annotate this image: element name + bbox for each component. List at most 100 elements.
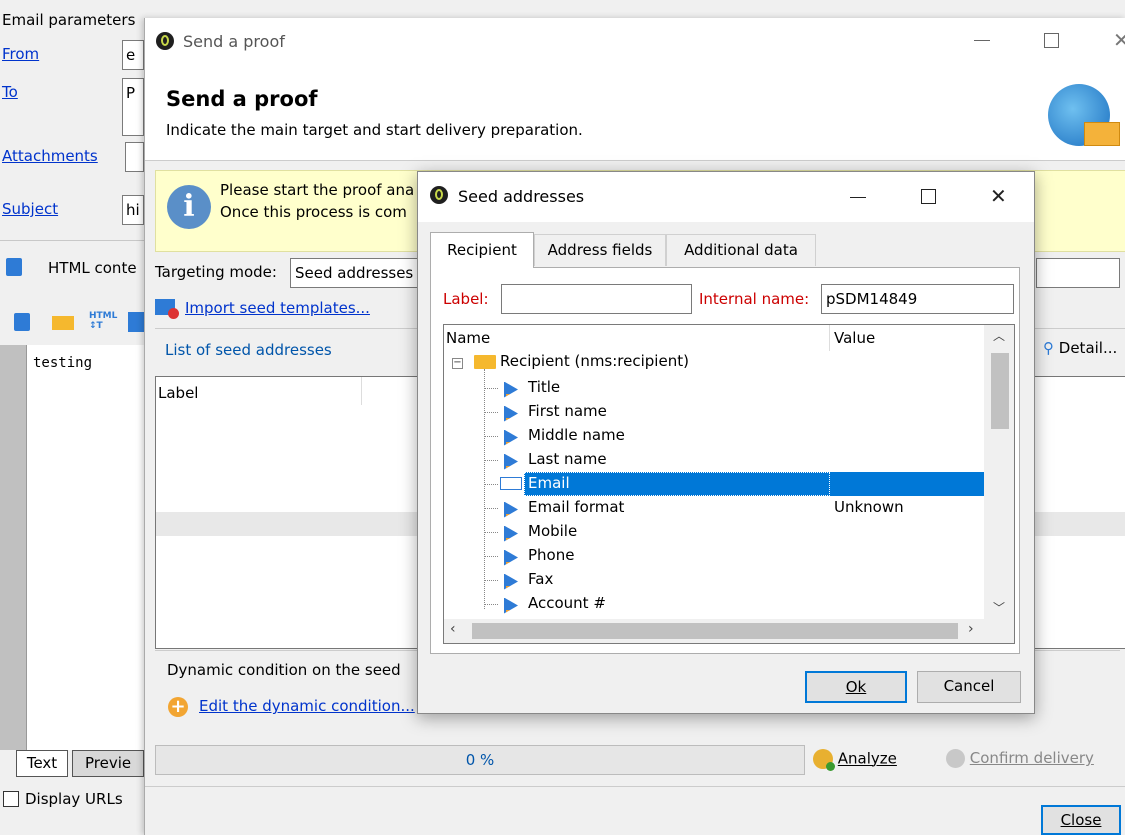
scroll-right-icon[interactable]: ›	[968, 621, 974, 637]
to-link[interactable]: To	[2, 83, 18, 101]
tree-row[interactable]: Account #	[444, 592, 984, 616]
seed-title: Seed addresses	[458, 187, 585, 206]
to-field[interactable]: P	[122, 78, 144, 136]
insert-icon[interactable]	[128, 312, 144, 332]
details-button[interactable]: ⚲ Detail...	[1043, 339, 1117, 357]
close-button[interactable]: Close	[1041, 805, 1121, 835]
proof-header: Send a proof Indicate the main target an…	[145, 66, 1125, 161]
tree-connector	[484, 556, 498, 557]
scroll-down-icon[interactable]: ﹀	[993, 599, 1005, 616]
attachments-link[interactable]: Attachments	[2, 147, 98, 165]
vertical-scrollbar[interactable]: ︿ ﹀	[984, 325, 1014, 619]
tree-row[interactable]: Last name	[444, 448, 984, 472]
horizontal-scrollbar[interactable]: ‹ ›	[444, 619, 1014, 643]
from-link[interactable]: From	[2, 45, 39, 63]
field-icon	[504, 405, 518, 422]
progress-text: 0 %	[465, 751, 495, 769]
display-urls-label: Display URLs	[25, 790, 123, 808]
tab-preview[interactable]: Previe	[72, 750, 144, 777]
tree-row[interactable]: Mobile	[444, 520, 984, 544]
progress-bar: 0 %	[155, 745, 805, 775]
tree-connector	[484, 532, 498, 533]
editor-text: testing	[33, 355, 93, 371]
scroll-thumb[interactable]	[991, 353, 1009, 429]
seed-list-title: List of seed addresses	[165, 341, 332, 359]
seed-maximize-icon[interactable]	[921, 189, 936, 204]
html-text-icon[interactable]: HTML ↕T	[89, 311, 117, 331]
tree-row[interactable]: Middle name	[444, 424, 984, 448]
field-name: Email format	[528, 498, 625, 516]
tab-address-fields[interactable]: Address fields	[534, 234, 666, 266]
tree-connector	[484, 412, 498, 413]
send-proof-title: Send a proof	[183, 32, 285, 51]
field-tree[interactable]: Name Value − Recipient (nms:recipient) T…	[443, 324, 1015, 644]
content-tool-icon[interactable]	[14, 313, 30, 331]
tree-connector	[484, 388, 498, 389]
field-icon	[504, 549, 518, 566]
field-icon	[504, 429, 518, 446]
tab-recipient[interactable]: Recipient	[430, 232, 534, 268]
play-icon	[946, 749, 965, 768]
html-content-icon	[6, 258, 22, 276]
divider	[0, 240, 144, 241]
html-editor[interactable]: testing	[26, 345, 145, 750]
field-name: Email	[528, 474, 570, 492]
tree-row[interactable]: Title	[444, 376, 984, 400]
tab-text[interactable]: Text	[16, 750, 68, 777]
import-templates-icon	[155, 299, 179, 319]
folder-icon[interactable]	[52, 316, 74, 330]
field-name: Mobile	[528, 522, 578, 540]
gear-icon	[813, 749, 835, 771]
col-label-header[interactable]: Label	[156, 377, 362, 405]
folder-icon	[474, 355, 496, 369]
internal-name-input[interactable]	[821, 284, 1014, 314]
analyze-button[interactable]: Analyze	[813, 749, 897, 771]
targeting-extra-field[interactable]	[1036, 258, 1120, 288]
tree-row[interactable]: First name	[444, 400, 984, 424]
label-input[interactable]	[501, 284, 692, 314]
import-seed-templates-link[interactable]: Import seed templates...	[185, 299, 370, 317]
subject-link[interactable]: Subject	[2, 200, 58, 218]
tab-additional-data[interactable]: Additional data	[666, 234, 816, 266]
tree-connector	[484, 460, 498, 461]
proof-subheading: Indicate the main target and start deliv…	[166, 121, 583, 139]
from-field[interactable]: e	[122, 40, 144, 70]
focus-rect	[524, 472, 830, 496]
field-name: Fax	[528, 570, 554, 588]
dynamic-condition-label: Dynamic condition on the seed	[167, 661, 401, 679]
recipient-tab-panel: Label: Internal name: Name Value − Recip…	[430, 267, 1020, 654]
tree-row[interactable]: Fax	[444, 568, 984, 592]
tree-connector	[484, 508, 498, 509]
collapse-icon[interactable]: −	[452, 358, 463, 369]
subject-field[interactable]: hi	[122, 195, 144, 225]
field-icon	[504, 501, 518, 518]
scroll-left-icon[interactable]: ‹	[450, 621, 456, 637]
tree-row[interactable]: Email format Unknown	[444, 496, 984, 520]
seed-close-icon[interactable]: ✕	[990, 184, 1007, 208]
col-value-header[interactable]: Value	[829, 325, 875, 351]
details-label: Detail...	[1058, 339, 1118, 357]
attachments-field[interactable]	[125, 142, 144, 172]
add-condition-icon[interactable]: +	[168, 697, 188, 717]
confirm-delivery-button[interactable]: Confirm delivery	[946, 749, 1094, 768]
display-urls-checkbox[interactable]	[3, 791, 19, 807]
scroll-up-icon[interactable]: ︿	[993, 327, 1005, 344]
field-name: Middle name	[528, 426, 625, 444]
tree-row[interactable]: Email	[444, 472, 984, 496]
info-line-1: Please start the proof ana	[220, 181, 415, 199]
close-window-icon[interactable]: ✕	[1113, 28, 1125, 52]
targeting-mode-select[interactable]: Seed addresses	[290, 258, 420, 288]
info-icon: i	[167, 185, 211, 229]
hscroll-thumb[interactable]	[472, 623, 958, 639]
ok-button[interactable]: Ok	[805, 671, 907, 703]
internal-name-caption: Internal name:	[699, 290, 810, 308]
edit-dynamic-condition-link[interactable]: Edit the dynamic condition...	[199, 697, 415, 715]
minimize-icon[interactable]	[974, 40, 990, 41]
col-name-header[interactable]: Name	[446, 329, 490, 347]
maximize-icon[interactable]	[1044, 33, 1059, 48]
analyze-label: Analyze	[837, 749, 897, 768]
root-node-label[interactable]: Recipient (nms:recipient)	[500, 352, 689, 370]
cancel-button[interactable]: Cancel	[917, 671, 1021, 703]
tree-row[interactable]: Phone	[444, 544, 984, 568]
seed-minimize-icon[interactable]	[850, 197, 866, 198]
